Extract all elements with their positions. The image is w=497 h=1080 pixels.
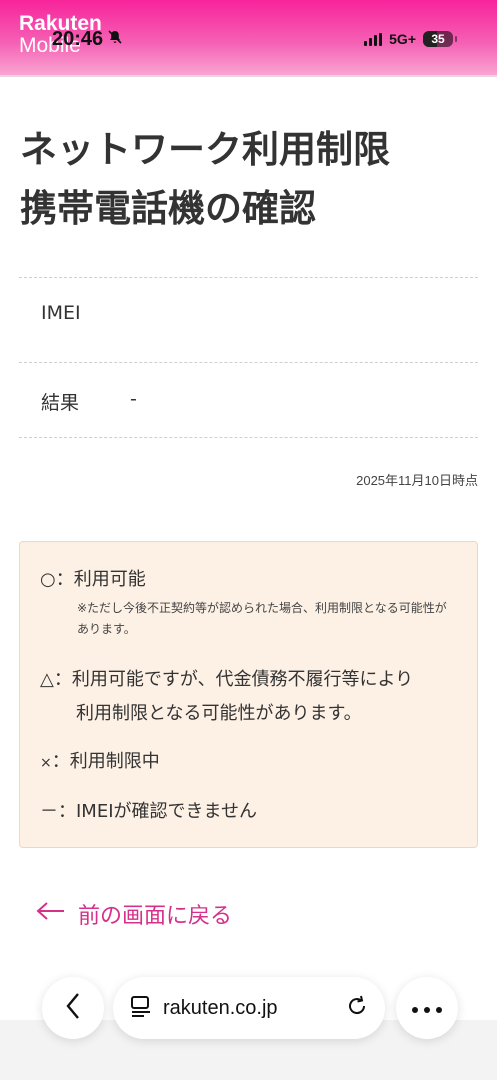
legend-warning: △：利用可能ですが、代金債務不履行等により [40,663,413,697]
legend-unknown: －：IMEIが確認できません [40,795,257,829]
address-bar[interactable]: rakuten.co.jp [113,977,385,1039]
clock-text: 20:46 [52,28,104,50]
legend-available: ○：利用可能 [40,563,146,597]
status-legend: ○：利用可能 ※ただし今後不正契約等が認められた場合、利用制限となる可能性があり… [19,541,478,848]
triangle-symbol-icon: △ [40,669,54,690]
dash-symbol-icon: － [40,801,58,822]
legend-unknown-text: ：IMEIが確認できません [58,801,257,822]
result-label: 結果 [41,392,80,414]
checked-timestamp: 2025年11月10日時点 [356,473,478,488]
page-title: ネットワーク利用制限 携帯電話機の確認 [20,120,480,238]
divider [19,437,478,438]
url-text: rakuten.co.jp [163,996,278,1019]
chevron-left-icon [65,992,81,1024]
divider [19,277,478,278]
battery-icon: 35 [423,31,453,47]
legend-available-note: ※ただし今後不正契約等が認められた場合、利用制限となる可能性があります。 [77,601,447,636]
back-link[interactable]: 前の画面に戻る [36,898,232,930]
circle-symbol-icon: ○ [40,569,56,590]
legend-available-text: ：利用可能 [55,569,146,590]
result-value: - [130,388,137,410]
app-header: Rakuten Mobile 20:46 5G+ 35 [0,0,497,77]
reader-mode-icon[interactable] [129,994,153,1022]
bell-muted-icon [107,28,123,51]
signal-icon [364,32,383,46]
imei-label: IMEI [41,302,81,324]
reload-icon[interactable] [345,994,369,1022]
arrow-left-icon [36,901,66,927]
more-icon [411,999,443,1018]
page-title-line2: 携帯電話機の確認 [20,187,316,230]
divider [19,362,478,363]
battery-level: 35 [431,32,445,46]
back-link-label: 前の画面に戻る [78,904,233,929]
page-title-line1: ネットワーク利用制限 [20,128,390,171]
legend-restricted: ×：利用制限中 [40,745,160,780]
status-indicators: 5G+ 35 [364,31,457,47]
legend-warning-line2: 利用制限となる可能性があります。 [76,703,362,724]
browser-menu-button[interactable] [396,977,458,1039]
legend-warning-text: ：利用可能ですが、代金債務不履行等により [53,669,414,690]
status-time: 20:46 [52,28,123,51]
browser-back-button[interactable] [42,977,104,1039]
legend-restricted-text: ：利用制限中 [51,751,160,772]
network-type: 5G+ [389,31,416,47]
cross-symbol-icon: × [40,755,52,771]
